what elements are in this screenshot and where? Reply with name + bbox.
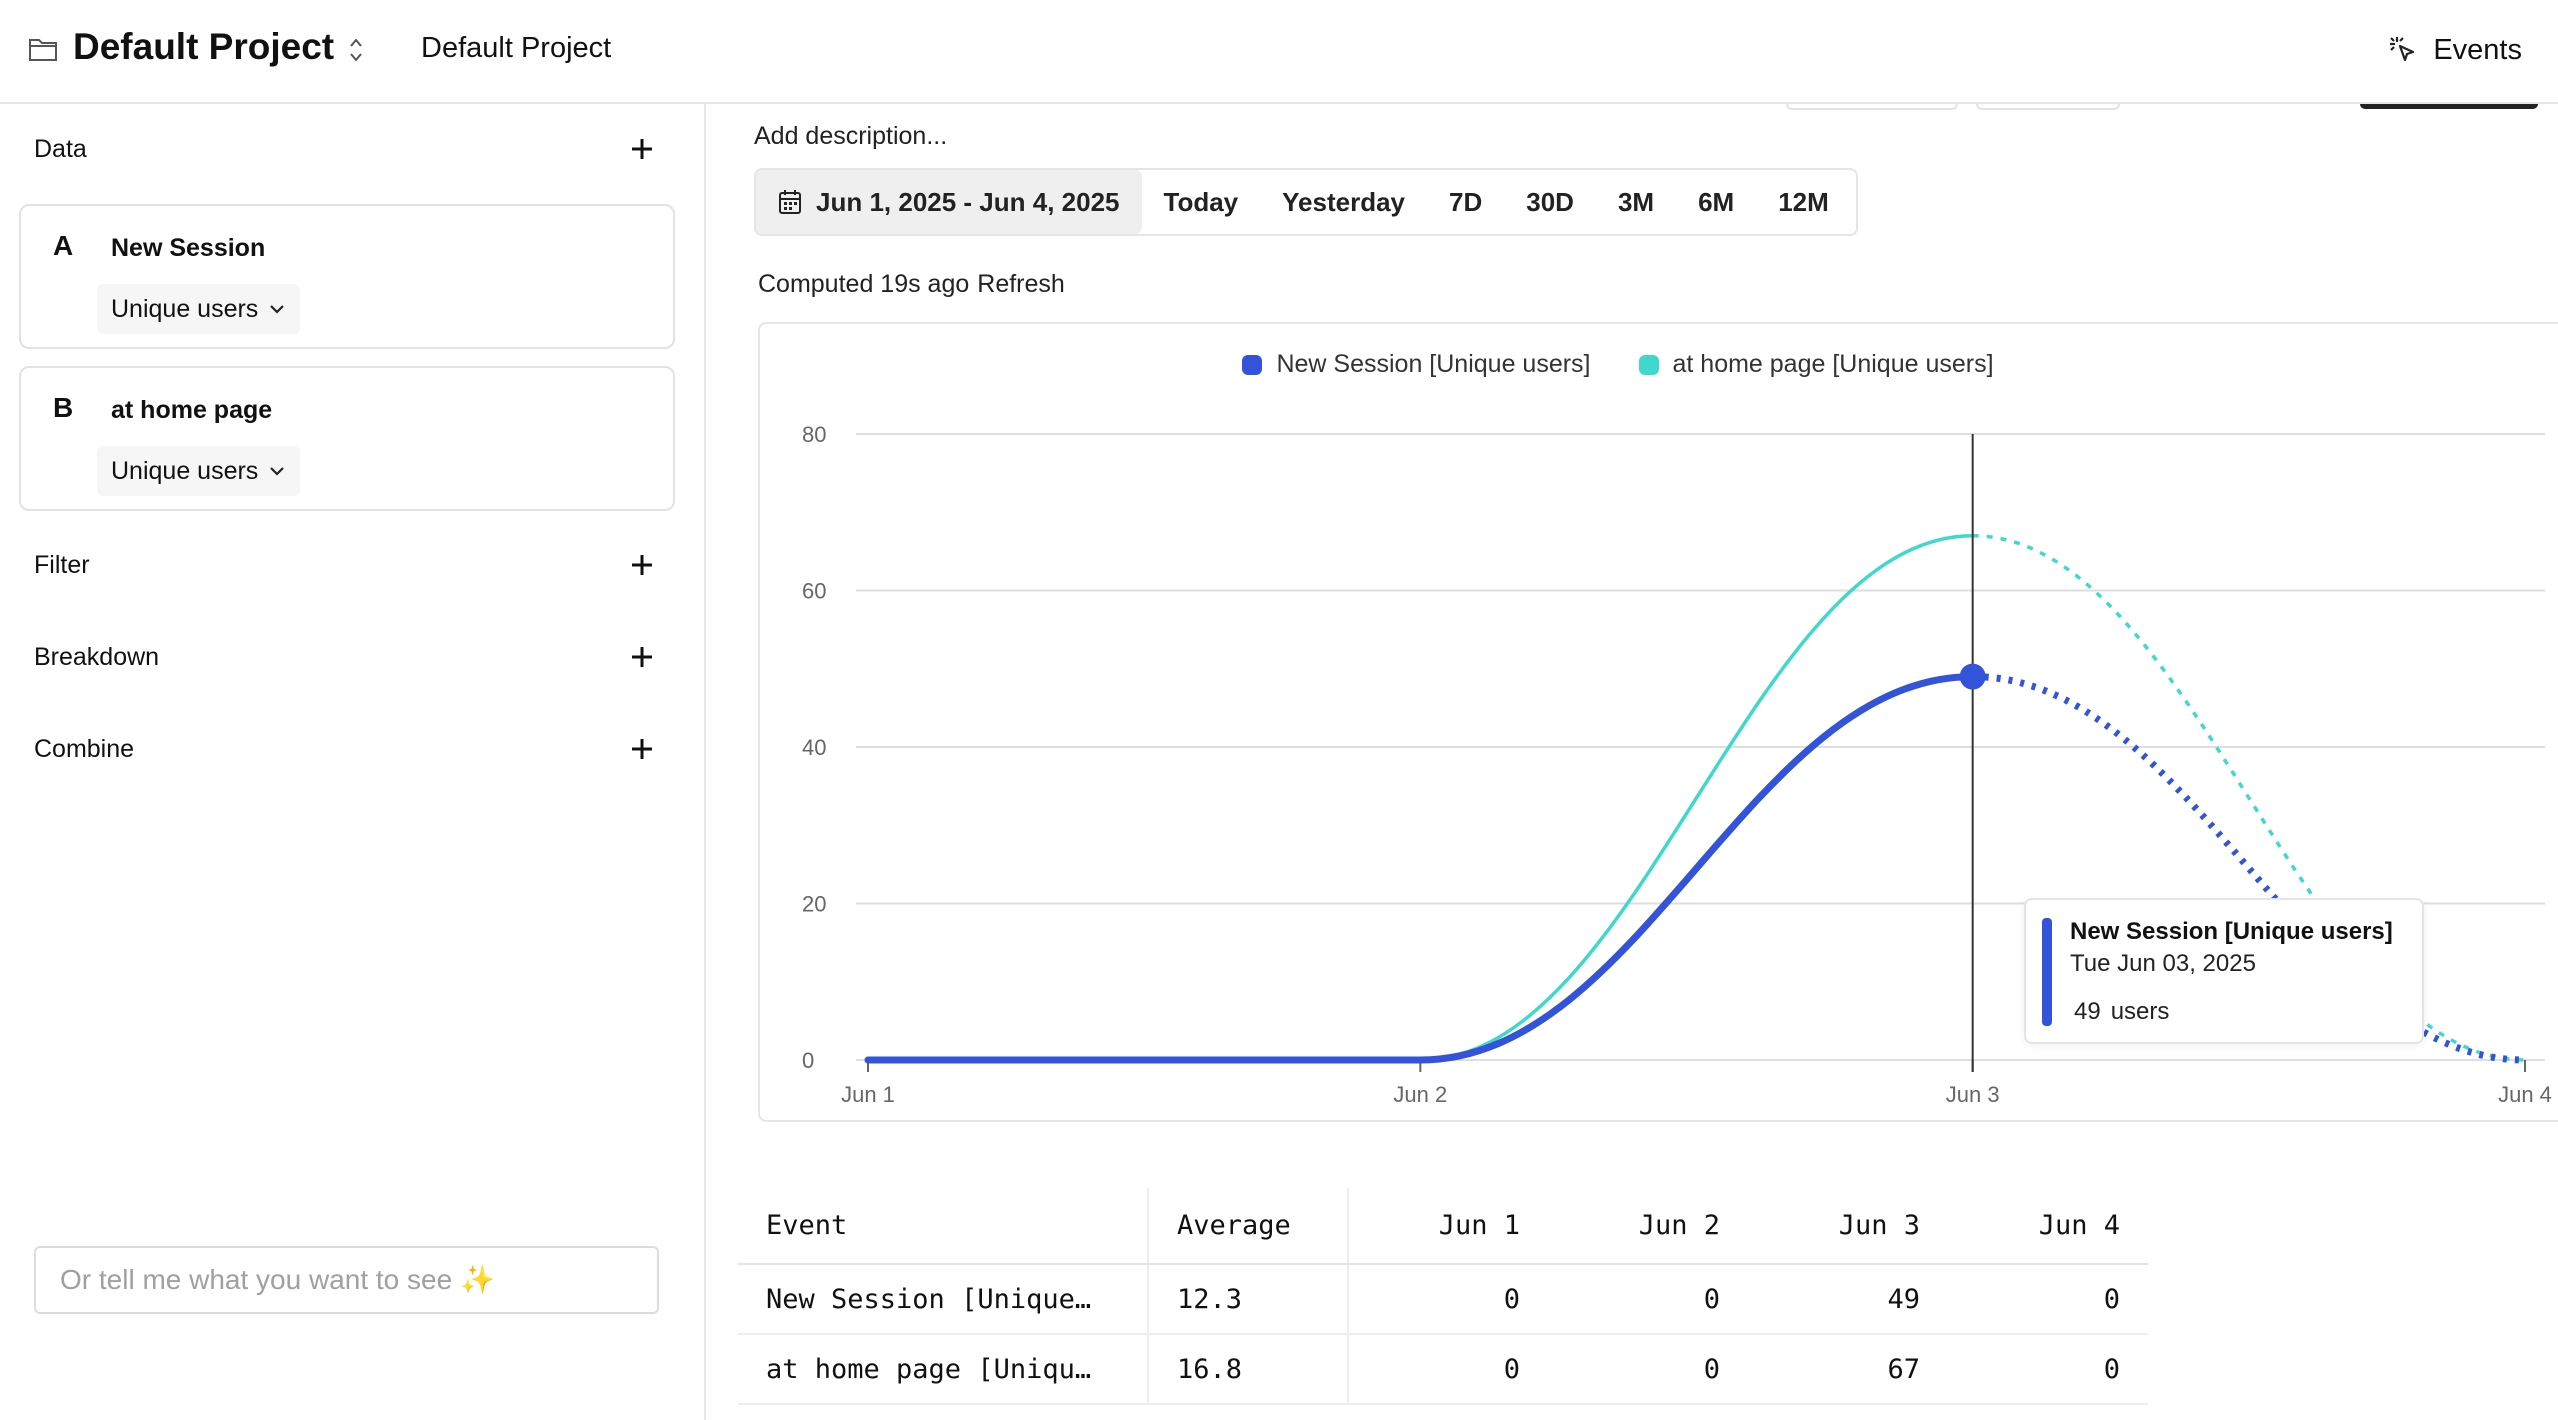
cell-value: 0 xyxy=(1348,1334,1548,1405)
add-filter-plus-icon[interactable] xyxy=(628,551,656,579)
computed-status: Computed 19s ago Refresh xyxy=(758,270,1065,299)
metric-dropdown[interactable]: Unique users xyxy=(97,446,301,496)
y-tick-label: 80 xyxy=(802,422,826,447)
col-header-average[interactable]: Average xyxy=(1148,1188,1349,1265)
metric-dropdown[interactable]: Unique users xyxy=(97,284,301,334)
chevron-down-icon xyxy=(270,467,285,476)
series-line-segment xyxy=(1418,533,1975,1062)
cursor-click-icon xyxy=(2390,37,2415,62)
tooltip-value: 49 users xyxy=(2074,998,2179,1026)
cell-value: 0 xyxy=(1548,1334,1748,1405)
date-range-picker[interactable]: Jun 1, 2025 - Jun 4, 2025 xyxy=(756,170,1142,234)
event-card-b[interactable]: B at home page Unique users xyxy=(19,366,675,511)
refresh-link[interactable]: Refresh xyxy=(977,270,1065,298)
add-combine-plus-icon[interactable] xyxy=(628,735,656,763)
table-row: at home page [Uniqu… 16.8 0 0 67 0 xyxy=(738,1334,2148,1405)
y-tick-label: 60 xyxy=(802,579,826,604)
cell-value: 67 xyxy=(1748,1334,1948,1405)
x-tick-label: Jun 2 xyxy=(1393,1082,1447,1107)
cell-event: New Session [Unique… xyxy=(738,1264,1149,1335)
chart-panel: New Session [Unique users] at home page … xyxy=(758,322,2558,1122)
col-header-jun2[interactable]: Jun 2 xyxy=(1548,1188,1748,1265)
col-header-jun4[interactable]: Jun 4 xyxy=(1948,1188,2148,1265)
events-label: Events xyxy=(2433,33,2522,66)
table-header-row: Event Average Jun 1 Jun 2 Jun 3 Jun 4 xyxy=(738,1188,2148,1265)
top-bar: Default Project Default Project Events xyxy=(0,0,2558,104)
range-30d[interactable]: 30D xyxy=(1504,170,1596,234)
add-data-plus-icon[interactable] xyxy=(628,135,656,163)
event-letter: A xyxy=(53,230,74,261)
tooltip-date: Tue Jun 03, 2025 xyxy=(2070,950,2256,977)
combine-section: Combine xyxy=(34,724,656,774)
date-range-label: Jun 1, 2025 - Jun 4, 2025 xyxy=(816,186,1120,217)
ask-input[interactable] xyxy=(34,1246,659,1314)
range-12m[interactable]: 12M xyxy=(1756,170,1851,234)
event-name[interactable]: at home page xyxy=(111,396,272,425)
project-breadcrumb[interactable]: Default Project xyxy=(421,32,611,65)
date-range-bar: Jun 1, 2025 - Jun 4, 2025 Today Yesterda… xyxy=(754,168,1858,236)
header-button-edge[interactable] xyxy=(1786,104,1958,110)
metric-label: Unique users xyxy=(111,456,259,485)
event-card-a[interactable]: A New Session Unique users xyxy=(19,204,675,349)
y-tick-label: 20 xyxy=(802,892,826,917)
sidebar: Data A New Session Unique users B at hom… xyxy=(0,104,706,1420)
cell-value: 0 xyxy=(1948,1334,2148,1405)
add-breakdown-plus-icon[interactable] xyxy=(628,643,656,671)
header-button-edge[interactable] xyxy=(1976,104,2120,110)
range-7d[interactable]: 7D xyxy=(1427,170,1504,234)
series-line-segment xyxy=(1416,673,1977,1064)
data-section: Data xyxy=(34,124,656,174)
hover-point xyxy=(1959,663,1986,690)
calendar-icon xyxy=(779,190,801,214)
combine-label: Combine xyxy=(34,734,135,763)
x-tick-label: Jun 1 xyxy=(841,1082,895,1107)
y-tick-label: 0 xyxy=(802,1048,814,1073)
tooltip-series-bar xyxy=(2042,918,2052,1026)
cell-value: 49 xyxy=(1748,1264,1948,1335)
tooltip-unit: users xyxy=(2110,998,2170,1025)
filter-label: Filter xyxy=(34,550,90,579)
table-row: New Session [Unique… 12.3 0 0 49 0 xyxy=(738,1264,2148,1335)
x-tick-label: Jun 3 xyxy=(1946,1082,2000,1107)
main-panel: Add description... Jun 1, 2025 - Jun 4, … xyxy=(708,104,2558,1420)
breakdown-section: Breakdown xyxy=(34,632,656,682)
chevron-up-down-icon[interactable] xyxy=(348,36,364,64)
breakdown-label: Breakdown xyxy=(34,642,160,671)
data-label: Data xyxy=(34,134,87,163)
col-header-event[interactable]: Event xyxy=(738,1188,1149,1265)
filter-section: Filter xyxy=(34,540,656,590)
x-tick-label: Jun 4 xyxy=(2498,1082,2552,1107)
chart-tooltip: New Session [Unique users] Tue Jun 03, 2… xyxy=(2024,898,2424,1044)
folder-icon xyxy=(29,39,57,61)
events-button[interactable]: Events xyxy=(2387,28,2522,72)
project-title[interactable]: Default Project xyxy=(73,26,334,68)
event-letter: B xyxy=(53,392,74,423)
results-table: Event Average Jun 1 Jun 2 Jun 3 Jun 4 Ne… xyxy=(738,1188,2148,1405)
range-6m[interactable]: 6M xyxy=(1676,170,1756,234)
tooltip-number: 49 xyxy=(2074,998,2101,1025)
chevron-down-icon xyxy=(270,305,285,314)
y-tick-label: 40 xyxy=(802,735,826,760)
add-description[interactable]: Add description... xyxy=(754,122,947,151)
col-header-jun1[interactable]: Jun 1 xyxy=(1348,1188,1548,1265)
cell-value: 0 xyxy=(1948,1264,2148,1335)
col-header-jun3[interactable]: Jun 3 xyxy=(1748,1188,1948,1265)
cell-average: 16.8 xyxy=(1148,1334,1349,1405)
metric-label: Unique users xyxy=(111,294,259,323)
cell-average: 12.3 xyxy=(1148,1264,1349,1335)
range-today[interactable]: Today xyxy=(1142,170,1261,234)
tooltip-series-name: New Session [Unique users] xyxy=(2070,918,2393,945)
computed-text: Computed 19s ago xyxy=(758,270,970,298)
range-yesterday[interactable]: Yesterday xyxy=(1260,170,1427,234)
event-name[interactable]: New Session xyxy=(111,234,265,263)
cell-value: 0 xyxy=(1348,1264,1548,1335)
range-3m[interactable]: 3M xyxy=(1596,170,1676,234)
cell-event: at home page [Uniqu… xyxy=(738,1334,1149,1405)
header-primary-button-edge[interactable] xyxy=(2360,104,2538,109)
cell-value: 0 xyxy=(1548,1264,1748,1335)
